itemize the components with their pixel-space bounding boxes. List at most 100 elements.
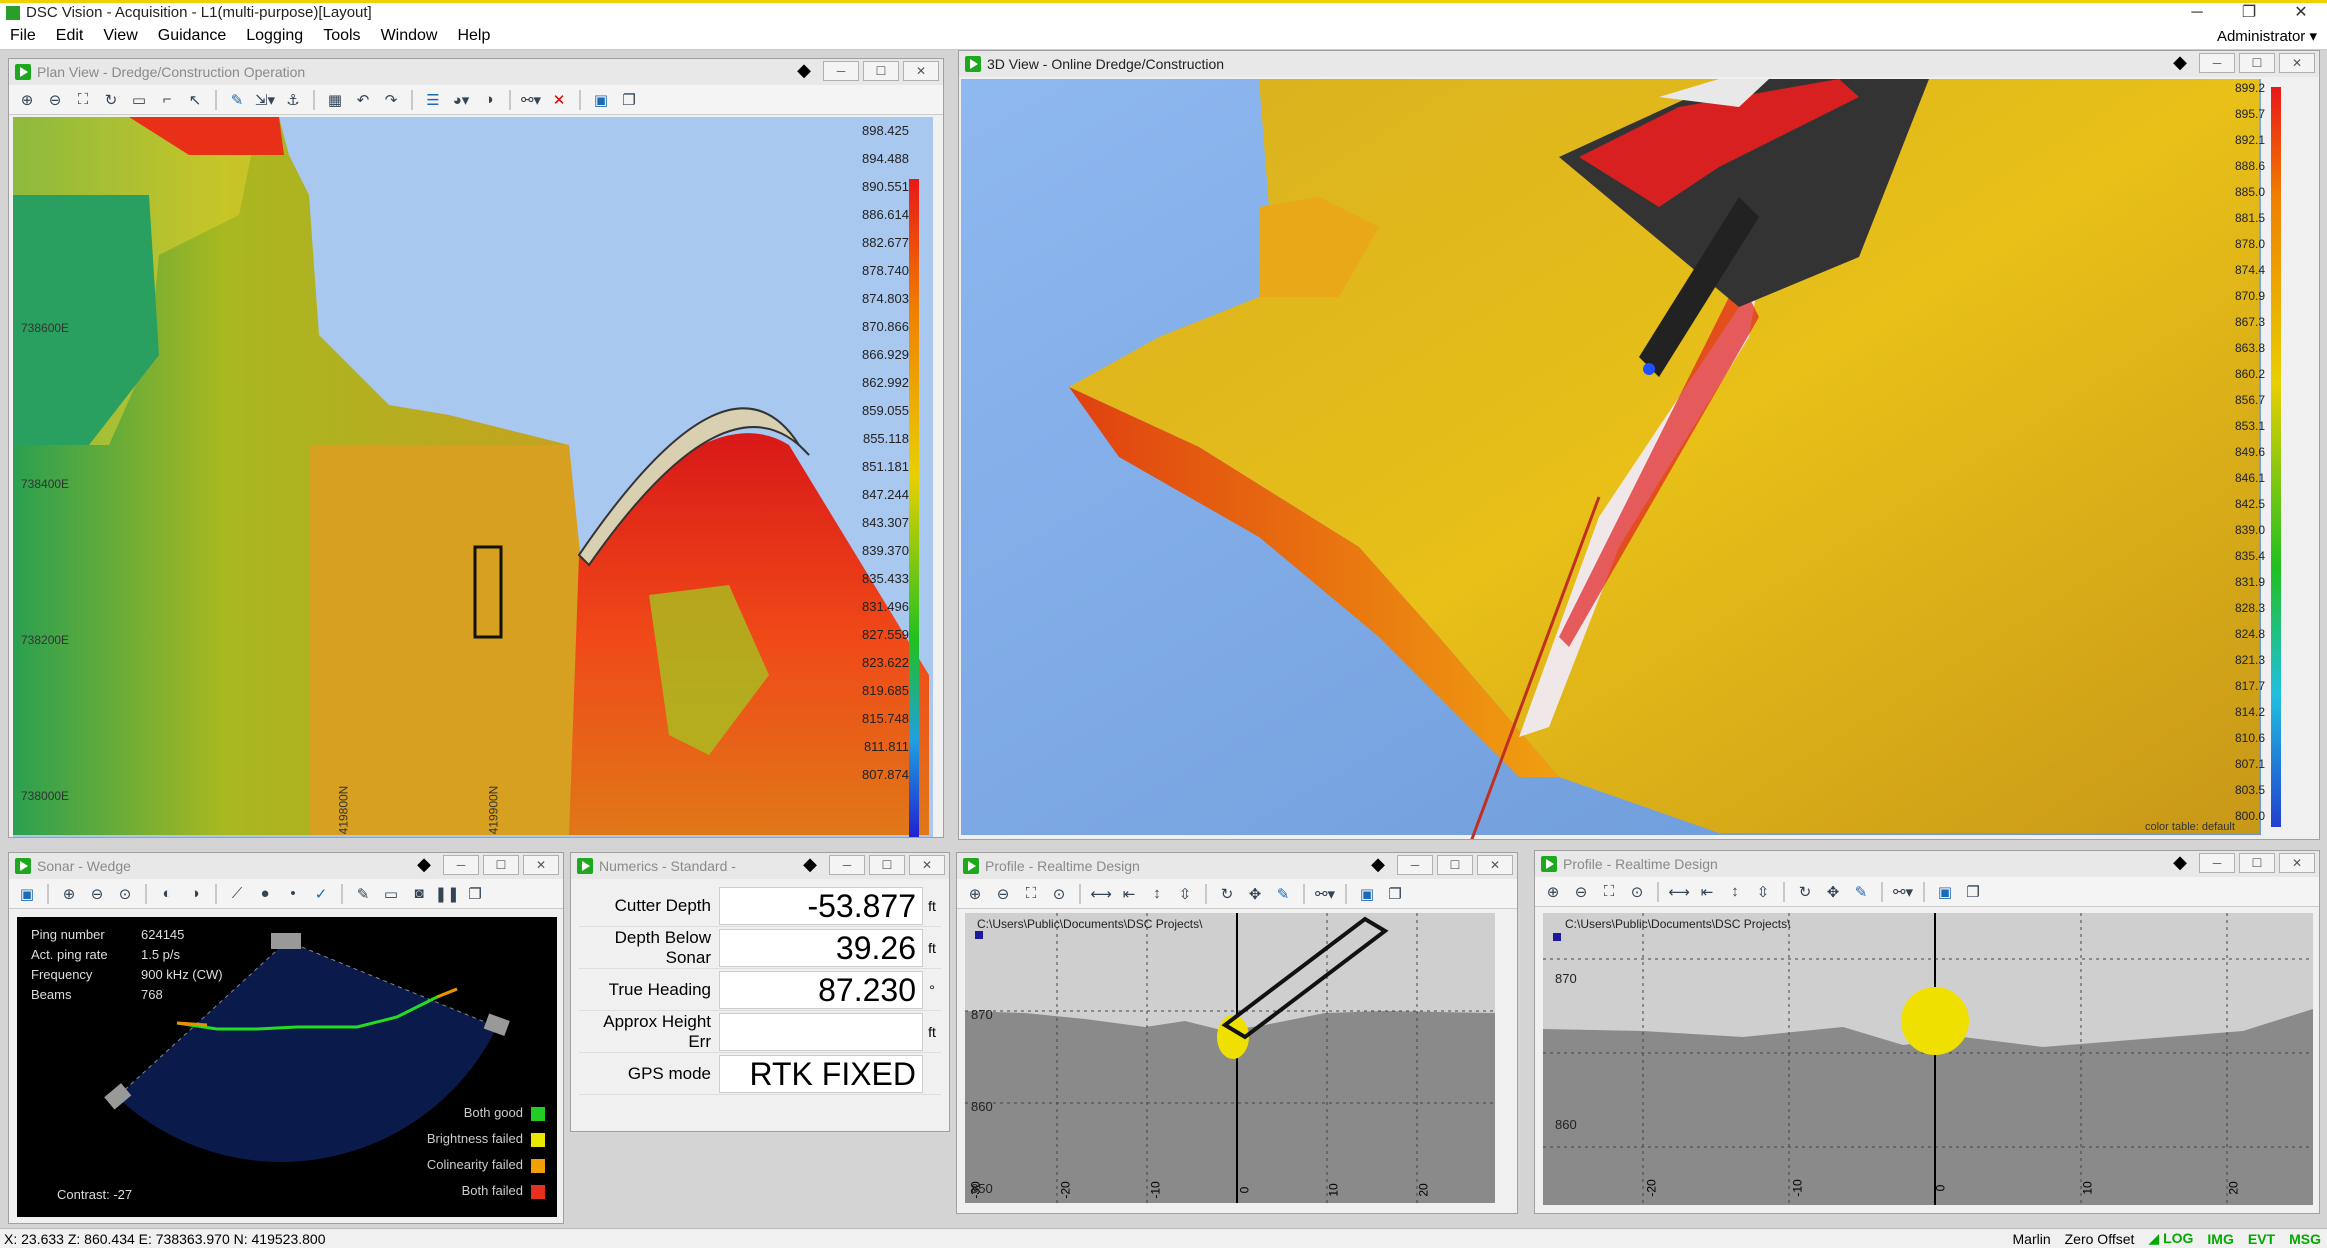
draw-icon[interactable]: ✎	[1849, 881, 1873, 903]
layers-icon[interactable]: ☰	[421, 89, 445, 111]
pane-close-button[interactable]: ✕	[903, 61, 939, 81]
move-icon[interactable]: ✥	[1821, 881, 1845, 903]
menu-logging[interactable]: Logging	[236, 27, 313, 45]
menu-guidance[interactable]: Guidance	[148, 27, 237, 45]
frame-icon[interactable]: ▭	[379, 883, 403, 905]
zoom-window-icon[interactable]: ⊙	[1625, 881, 1649, 903]
zoom-extent-icon[interactable]: ⛶	[1597, 881, 1621, 903]
zoom-out-icon[interactable]: ⊖	[991, 883, 1015, 905]
profile1-chart[interactable]	[965, 913, 1495, 1203]
pane-close-button[interactable]: ✕	[2279, 53, 2315, 73]
link-icon[interactable]: ⚯▾	[1891, 881, 1915, 903]
play-icon[interactable]	[963, 858, 979, 874]
select-dropdown-icon[interactable]: ⇲▾	[253, 89, 277, 111]
contrast-icon[interactable]: ◐	[155, 883, 179, 905]
zoom-in-icon[interactable]: ⊕	[963, 883, 987, 905]
pan-vertical-icon[interactable]: ↕	[1145, 883, 1169, 905]
pan-horizontal-icon[interactable]: ⟷	[1667, 881, 1691, 903]
dot-small-icon[interactable]: •	[281, 883, 305, 905]
pin-icon[interactable]: ◆	[1363, 855, 1393, 875]
menu-tools[interactable]: Tools	[313, 27, 370, 45]
img-indicator[interactable]: IMG	[2207, 1231, 2233, 1247]
zoom-in-icon[interactable]: ⊕	[1541, 881, 1565, 903]
plan-view-map[interactable]	[9, 115, 944, 838]
menu-edit[interactable]: Edit	[46, 27, 94, 45]
rotate-icon[interactable]: ↻	[1793, 881, 1817, 903]
zoom-out-icon[interactable]: ⊖	[1569, 881, 1593, 903]
zoom-out-icon[interactable]: ⊖	[85, 883, 109, 905]
zoom-out-icon[interactable]: ⊖	[43, 89, 67, 111]
pane-maximize-button[interactable]: ☐	[1437, 855, 1473, 875]
pen-icon[interactable]: ✎	[351, 883, 375, 905]
pin-icon[interactable]: ◆	[2165, 53, 2195, 73]
windows-icon[interactable]: ❐	[1961, 881, 1985, 903]
menu-view[interactable]: View	[93, 27, 147, 45]
pane-minimize-button[interactable]: ─	[823, 61, 859, 81]
camera-icon[interactable]: ◙	[407, 883, 431, 905]
shrink-vertical-icon[interactable]: ⇳	[1173, 883, 1197, 905]
pan-vertical-icon[interactable]: ↕	[1723, 881, 1747, 903]
zoom-in-icon[interactable]: ⊕	[15, 89, 39, 111]
pane-maximize-button[interactable]: ☐	[869, 855, 905, 875]
play-icon[interactable]	[15, 858, 31, 874]
line-icon[interactable]: ⟋	[225, 883, 249, 905]
pane-maximize-button[interactable]: ☐	[2239, 53, 2275, 73]
pane-minimize-button[interactable]: ─	[1397, 855, 1433, 875]
anchor-icon[interactable]: ⚓	[281, 89, 305, 111]
pan-horizontal-icon[interactable]: ⟷	[1089, 883, 1113, 905]
move-icon[interactable]: ✥	[1243, 883, 1267, 905]
shrink-vertical-icon[interactable]: ⇳	[1751, 881, 1775, 903]
pin-icon[interactable]: ◆	[789, 61, 819, 81]
undo-icon[interactable]: ↶	[351, 89, 375, 111]
menu-help[interactable]: Help	[447, 27, 500, 45]
log-indicator[interactable]: ◢ LOG	[2148, 1230, 2193, 1247]
evt-indicator[interactable]: EVT	[2248, 1231, 2275, 1247]
pane-maximize-button[interactable]: ☐	[863, 61, 899, 81]
pin-icon[interactable]: ◆	[795, 855, 825, 875]
windows-icon[interactable]: ❐	[617, 89, 641, 111]
play-icon[interactable]	[15, 64, 31, 80]
grid-icon[interactable]: ▦	[323, 89, 347, 111]
draw-icon[interactable]: ✎	[1271, 883, 1295, 905]
minimize-button[interactable]: ─	[2171, 3, 2223, 23]
rotate-icon[interactable]: ↻	[1215, 883, 1239, 905]
windows-icon[interactable]: ❐	[463, 883, 487, 905]
menu-window[interactable]: Window	[371, 27, 448, 45]
layout-icon[interactable]: ▣	[589, 89, 613, 111]
zoom-extent-icon[interactable]: ⛶	[1019, 883, 1043, 905]
view-icon[interactable]: ▣	[15, 883, 39, 905]
pane-minimize-button[interactable]: ─	[443, 855, 479, 875]
measure-icon[interactable]: ⌐	[155, 89, 179, 111]
zoom-in-icon[interactable]: ⊕	[57, 883, 81, 905]
shrink-horizontal-icon[interactable]: ⇤	[1117, 883, 1141, 905]
link-icon[interactable]: ⚯▾	[1313, 883, 1337, 905]
check-icon[interactable]: ✓	[309, 883, 333, 905]
play-icon[interactable]	[1541, 856, 1557, 872]
pointer-icon[interactable]: ↖	[183, 89, 207, 111]
user-menu[interactable]: Administrator ▾	[2217, 27, 2317, 45]
pane-maximize-button[interactable]: ☐	[483, 855, 519, 875]
zoom-reset-icon[interactable]: ⊙	[113, 883, 137, 905]
pane-minimize-button[interactable]: ─	[2199, 53, 2235, 73]
pane-close-button[interactable]: ✕	[523, 855, 559, 875]
layout-icon[interactable]: ▣	[1933, 881, 1957, 903]
pane-maximize-button[interactable]: ☐	[2239, 853, 2275, 873]
view3d-scene[interactable]	[959, 77, 2320, 839]
rotate-icon[interactable]: ↻	[99, 89, 123, 111]
delete-icon[interactable]: ✕	[547, 89, 571, 111]
play-icon[interactable]	[577, 858, 593, 874]
profile2-chart[interactable]	[1543, 913, 2313, 1205]
menu-file[interactable]: File	[0, 27, 46, 45]
pane-minimize-button[interactable]: ─	[829, 855, 865, 875]
pin-icon[interactable]: ◆	[409, 855, 439, 875]
pane-close-button[interactable]: ✕	[1477, 855, 1513, 875]
frame-icon[interactable]: ▭	[127, 89, 151, 111]
pin-icon[interactable]: ◆	[2165, 853, 2195, 873]
redo-icon[interactable]: ↷	[379, 89, 403, 111]
windows-icon[interactable]: ❐	[1383, 883, 1407, 905]
draw-icon[interactable]: ✎	[225, 89, 249, 111]
layout-icon[interactable]: ▣	[1355, 883, 1379, 905]
link-icon[interactable]: ⚯▾	[519, 89, 543, 111]
pause-icon[interactable]: ❚❚	[434, 883, 459, 905]
dot-large-icon[interactable]: ●	[253, 883, 277, 905]
